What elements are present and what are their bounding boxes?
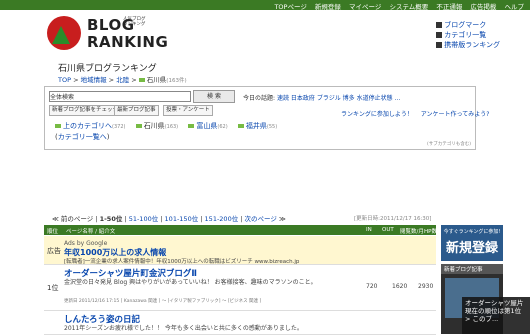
topic-link[interactable]: ... [395,95,401,102]
nav-overview[interactable]: システム概要 [389,3,428,11]
tree-icon [52,26,70,44]
col-rank: 順位 [47,229,59,235]
rank-popup[interactable]: オーダーシャツ屋片 現在の順位は第1位 > このブ... [462,297,530,334]
all-categories-link[interactable]: カテゴリ一覧へ [58,133,107,141]
table-row: 1位 オーダーシャツ屋片町金沢ブログⅡ 金沢堂の日々発見 Blog 興はやりがい… [44,265,436,311]
nav-top[interactable]: TOPページ [274,3,306,11]
nav-report[interactable]: 不正通報 [436,3,462,11]
logo-small-text: 人気ブログ ランキング [123,17,146,27]
folder-icon [135,124,142,128]
category-ishikawa: 石川県 [143,122,165,130]
pager-51-100[interactable]: 51-100位 [129,215,159,223]
row-views: 2930 [418,283,434,290]
link-blogmark[interactable]: ブログマーク [444,21,486,29]
logo-badge [47,16,81,50]
nav-ads[interactable]: 広告掲載 [470,3,496,11]
pager-prev[interactable]: 前のページ [61,215,93,223]
site-logo[interactable]: BLOG 人気ブログ ランキング RANKING [47,14,168,54]
create-survey-link[interactable]: アンケート作ってみよう? [421,111,490,118]
ad-source[interactable]: Ads by Google [64,240,107,247]
col-title: ページ名称 / 紹介文 [66,229,116,235]
signup-banner[interactable]: 今すぐランキングに参加! 新規登録 [441,225,503,261]
nav-register[interactable]: 新規登録 [315,3,341,11]
topics-label: 今日の話題: [243,95,276,102]
logo-text-ranking: RANKING [87,33,169,51]
topic-link[interactable]: 水道停止状態 [357,95,393,102]
breadcrumb-count: (163件) [166,78,187,84]
table-row: しんたろう姿の日記 2011年シーズンお疲れ様でした！！ 今年も多く出会いと共に… [44,311,436,335]
col-views: 閲覧数/月 [400,229,424,235]
category-toyama[interactable]: 富山県 [196,122,217,130]
pager-101-150[interactable]: 101-150位 [165,215,199,223]
breadcrumb-current: 石川県 [146,76,167,84]
popup-title: オーダーシャツ屋片 [465,299,524,307]
breadcrumb: TOP > 地域情報 > 北陸 > 石川県(163件) [58,76,187,84]
ad-label: 広告 [47,247,61,255]
upper-category-link[interactable]: 上のカテゴリへ [63,122,112,130]
link-category-list[interactable]: カテゴリ一覧 [444,31,486,39]
folder-icon [138,78,145,82]
row-title[interactable]: オーダーシャツ屋片町金沢ブログⅡ [64,267,197,279]
subcategory-note: (サブカテゴリも含む) [426,142,471,147]
breadcrumb-hokuriku[interactable]: 北陸 [116,76,129,84]
col-out: OUT [382,227,394,233]
pager-next[interactable]: 次のページ [245,215,277,223]
folder-icon [55,124,61,128]
popup-rank: 現在の順位は第1位 [465,307,522,315]
search-button[interactable]: 検 索 [193,90,235,103]
todays-topics: 今日の話題: 速読 日本政府 ブラジル 博多 水道停止状態 ... [243,93,400,102]
link-mobile-ranking[interactable]: 携帯版ランキング [444,41,500,49]
top-nav-bar: TOPページ 新規登録 マイページ システム概要 不正通報 広告掲載 ヘルプ [0,0,530,11]
nav-mypage[interactable]: マイページ [349,3,381,11]
ranking-table-header: 順位 ページ名称 / 紹介文 IN OUT 閲覧数/月 HP数 [44,225,437,235]
row-rank: 1位 [47,284,59,292]
row-meta: 更新日 2011/12/16 17:15 [ Kanazawa 関連 ] ～ [… [64,299,262,304]
breadcrumb-top[interactable]: TOP [58,76,71,84]
page-title: 石川県ブログランキング [58,64,157,74]
row-in: 720 [366,283,378,290]
topic-link[interactable]: 速読 [277,95,289,102]
latest-posts-button[interactable]: 最新ブログ記事 [114,105,159,116]
folder-icon [188,124,195,128]
popup-link[interactable]: > このブ... [465,315,530,323]
pagination: ≪ 前のページ | 1-50位 | 51-100位 | 101-150位 | 1… [52,215,286,223]
ad-row: 広告 Ads by Google 年収1000万以上の求人情報 [転職者]一流企… [44,236,436,265]
header-right-links: ブログマーク カテゴリ一覧 携帯版ランキング [436,20,500,50]
breadcrumb-region[interactable]: 地域情報 [81,76,107,84]
nav-help[interactable]: ヘルプ [505,3,525,11]
col-hp: HP数 [424,229,437,235]
category-fukui[interactable]: 福井県 [246,122,267,130]
panel-links: ランキングに参加しよう！ アンケート作ってみよう? [341,109,489,118]
folder-icon [237,124,244,128]
search-input[interactable]: 全体検索 [49,91,191,102]
bullet-icon [436,22,443,28]
vote-survey-button[interactable]: 投票・アンケート [163,105,213,116]
pager-151-200[interactable]: 151-200位 [205,215,239,223]
row-out: 1620 [392,283,408,290]
bullet-icon [436,42,443,48]
topic-link[interactable]: 日本政府 [291,95,315,102]
updated-time: [更新日時:2011/12/17 16:30] [354,216,432,222]
topic-link[interactable]: ブラジル [317,95,341,102]
ad-description: [転職者]一流企業の求人案件情報中！年収1000万以上への転職はビズリーチ ww… [64,259,300,265]
topic-link[interactable]: 博多 [343,95,355,102]
new-posts-check-button[interactable]: 新着ブログ記事をチェック! [49,105,124,116]
join-ranking-link[interactable]: ランキングに参加しよう！ [341,111,413,118]
row-description: 2011年シーズンお疲れ様でした！！ 今年も多く出会いと共に多くの感動がありまし… [64,325,303,332]
col-in: IN [366,227,372,233]
top-nav-links: TOPページ 新規登録 マイページ システム概要 不正通報 広告掲載 ヘルプ [268,1,524,11]
row-title[interactable]: しんたろう姿の日記 [64,313,140,325]
new-posts-title: 新着ブログ記事 [441,264,503,274]
row-description: 金沢堂の日々発見 Blog 興はやりがいがあっていいね！ お客様接客、趣味のマラ… [64,279,317,286]
pager-current: 1-50位 [99,215,123,223]
search-panel: 全体検索 検 索 今日の話題: 速読 日本政府 ブラジル 博多 水道停止状態 .… [44,86,489,150]
bullet-icon [436,32,443,38]
category-list: 上のカテゴリへ(372) 石川県(163) 富山県(62) 福井県(55) (カ… [55,122,278,141]
